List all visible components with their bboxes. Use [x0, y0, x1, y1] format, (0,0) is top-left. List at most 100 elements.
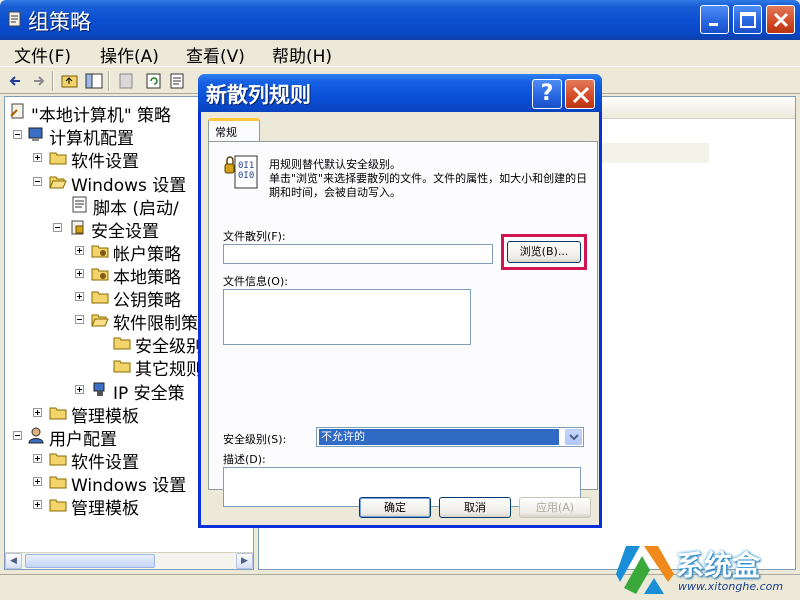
user-icon — [28, 427, 44, 444]
expand-toggle[interactable] — [33, 153, 42, 162]
folder-icon — [49, 152, 67, 165]
folder-open-icon — [91, 314, 109, 327]
tree-label: 帐户策略 — [113, 245, 181, 265]
tree-label: 软件设置 — [71, 152, 139, 172]
up-folder-icon[interactable] — [60, 71, 80, 91]
group-policy-icon — [8, 11, 21, 27]
policy-folder-icon — [91, 268, 109, 281]
dialog-close-button[interactable] — [565, 79, 595, 109]
cancel-button[interactable]: 取消 — [439, 497, 511, 518]
chevron-down-icon — [569, 434, 579, 441]
toolbar-separator — [52, 71, 54, 91]
description-label: 描述(D): — [223, 453, 266, 466]
new-hash-rule-dialog: 新散列规则 ? 常规 0I1 0I0 用规则替代默认安全级别。 单击"浏览"来选… — [198, 74, 602, 528]
collapse-toggle[interactable] — [75, 315, 84, 324]
expand-toggle[interactable] — [33, 500, 42, 509]
collapse-toggle[interactable] — [13, 431, 22, 440]
watermark-logo-icon — [616, 546, 674, 594]
folder-icon — [113, 337, 131, 350]
watermark-brand: 系统盒 — [676, 549, 761, 582]
tree-label: 用户配置 — [49, 430, 117, 450]
collapse-toggle[interactable] — [33, 177, 42, 186]
general-tab-panel: 0I1 0I0 用规则替代默认安全级别。 单击"浏览"来选择要散列的文件。文件的… — [208, 141, 598, 507]
folder-icon — [91, 291, 109, 304]
folder-open-icon — [49, 176, 67, 189]
close-button[interactable] — [766, 5, 795, 34]
tree-label: 公钥策略 — [113, 291, 181, 311]
scroll-thumb[interactable] — [25, 554, 155, 568]
list-item[interactable] — [599, 143, 709, 163]
menu-view[interactable]: 查看(V) — [186, 42, 245, 67]
file-info-field[interactable] — [223, 289, 471, 345]
tree-label: 软件限制策 — [113, 314, 198, 334]
ip-security-icon — [93, 382, 105, 396]
minimize-button[interactable] — [700, 5, 729, 34]
collapse-toggle[interactable] — [13, 130, 22, 139]
forward-icon[interactable] — [28, 71, 48, 91]
tree-label: 安全级别 — [135, 337, 203, 357]
window-title: 组策略 — [28, 10, 91, 34]
help-button[interactable]: ? — [532, 79, 562, 109]
tree-label: 计算机配置 — [49, 129, 134, 149]
menu-file[interactable]: 文件(F) — [14, 42, 71, 67]
refresh-icon[interactable] — [144, 71, 164, 91]
expand-toggle[interactable] — [33, 408, 42, 417]
menubar: 文件(F) 操作(A) 查看(V) 帮助(H) — [0, 40, 800, 67]
expand-toggle[interactable] — [75, 269, 84, 278]
maximize-button[interactable] — [733, 5, 762, 34]
tree-label: 脚本 (启动/ — [93, 199, 179, 219]
dropdown-button[interactable] — [565, 429, 582, 445]
tree-horizontal-scrollbar[interactable]: ◀ ▶ — [5, 552, 253, 569]
info-text: 用规则替代默认安全级别。 单击"浏览"来选择要散列的文件。文件的属性，如大小和创… — [269, 158, 589, 200]
expand-toggle[interactable] — [75, 385, 84, 394]
tab-general[interactable]: 常规 — [208, 118, 260, 142]
close-icon — [773, 12, 789, 28]
tree-label: IP 安全策 — [113, 384, 185, 404]
security-level-select[interactable]: 不允许的 — [316, 427, 584, 447]
toolbar-separator — [108, 71, 110, 91]
file-hash-field[interactable] — [223, 244, 493, 264]
expand-toggle[interactable] — [33, 477, 42, 486]
file-hash-label: 文件散列(F): — [223, 230, 286, 243]
back-icon[interactable] — [6, 71, 26, 91]
main-titlebar[interactable]: 组策略 — [0, 0, 800, 40]
minimize-icon — [709, 23, 718, 26]
tree-label: Windows 设置 — [71, 176, 187, 196]
tree-label: "本地计算机" 策略 — [31, 106, 172, 126]
properties-icon[interactable] — [116, 71, 136, 91]
script-icon — [72, 196, 87, 213]
file-info-label: 文件信息(O): — [223, 275, 288, 288]
folder-icon — [113, 360, 131, 373]
tree-label: 管理模板 — [71, 407, 139, 427]
menu-action[interactable]: 操作(A) — [100, 42, 159, 67]
watermark-url: www.xitonghe.com — [678, 580, 784, 593]
hash-rule-icon: 0I1 0I0 — [224, 155, 258, 189]
folder-icon — [49, 499, 67, 512]
menu-help[interactable]: 帮助(H) — [272, 42, 332, 67]
scroll-left-button[interactable]: ◀ — [5, 553, 22, 569]
folder-icon — [49, 476, 67, 489]
policy-folder-icon — [91, 245, 109, 258]
apply-button[interactable]: 应用(A) — [519, 497, 591, 518]
collapse-toggle[interactable] — [53, 223, 62, 232]
dialog-titlebar[interactable]: 新散列规则 ? — [198, 74, 602, 112]
tree-label: Windows 设置 — [71, 476, 187, 496]
info-line-2: 单击"浏览"来选择要散列的文件。文件的属性，如大小和创建的日期和时间，会被自动写… — [269, 172, 588, 199]
browse-button[interactable]: 浏览(B)... — [507, 241, 581, 263]
svg-text:0I0: 0I0 — [238, 171, 254, 181]
info-line-1: 用规则替代默认安全级别。 — [269, 158, 401, 171]
security-settings-icon — [71, 220, 84, 235]
export-list-icon[interactable] — [168, 71, 188, 91]
ok-button[interactable]: 确定 — [359, 497, 431, 518]
expand-toggle[interactable] — [33, 454, 42, 463]
expand-toggle[interactable] — [75, 292, 84, 301]
computer-icon — [28, 127, 43, 141]
site-watermark: 系统盒 www.xitonghe.com — [614, 540, 800, 600]
scroll-right-button[interactable]: ▶ — [236, 553, 253, 569]
show-hide-tree-icon[interactable] — [84, 71, 104, 91]
tree-label: 其它规则 — [135, 360, 203, 380]
tree-label: 软件设置 — [71, 453, 139, 473]
security-level-value: 不允许的 — [319, 429, 559, 445]
expand-toggle[interactable] — [75, 246, 84, 255]
folder-icon — [49, 453, 67, 466]
